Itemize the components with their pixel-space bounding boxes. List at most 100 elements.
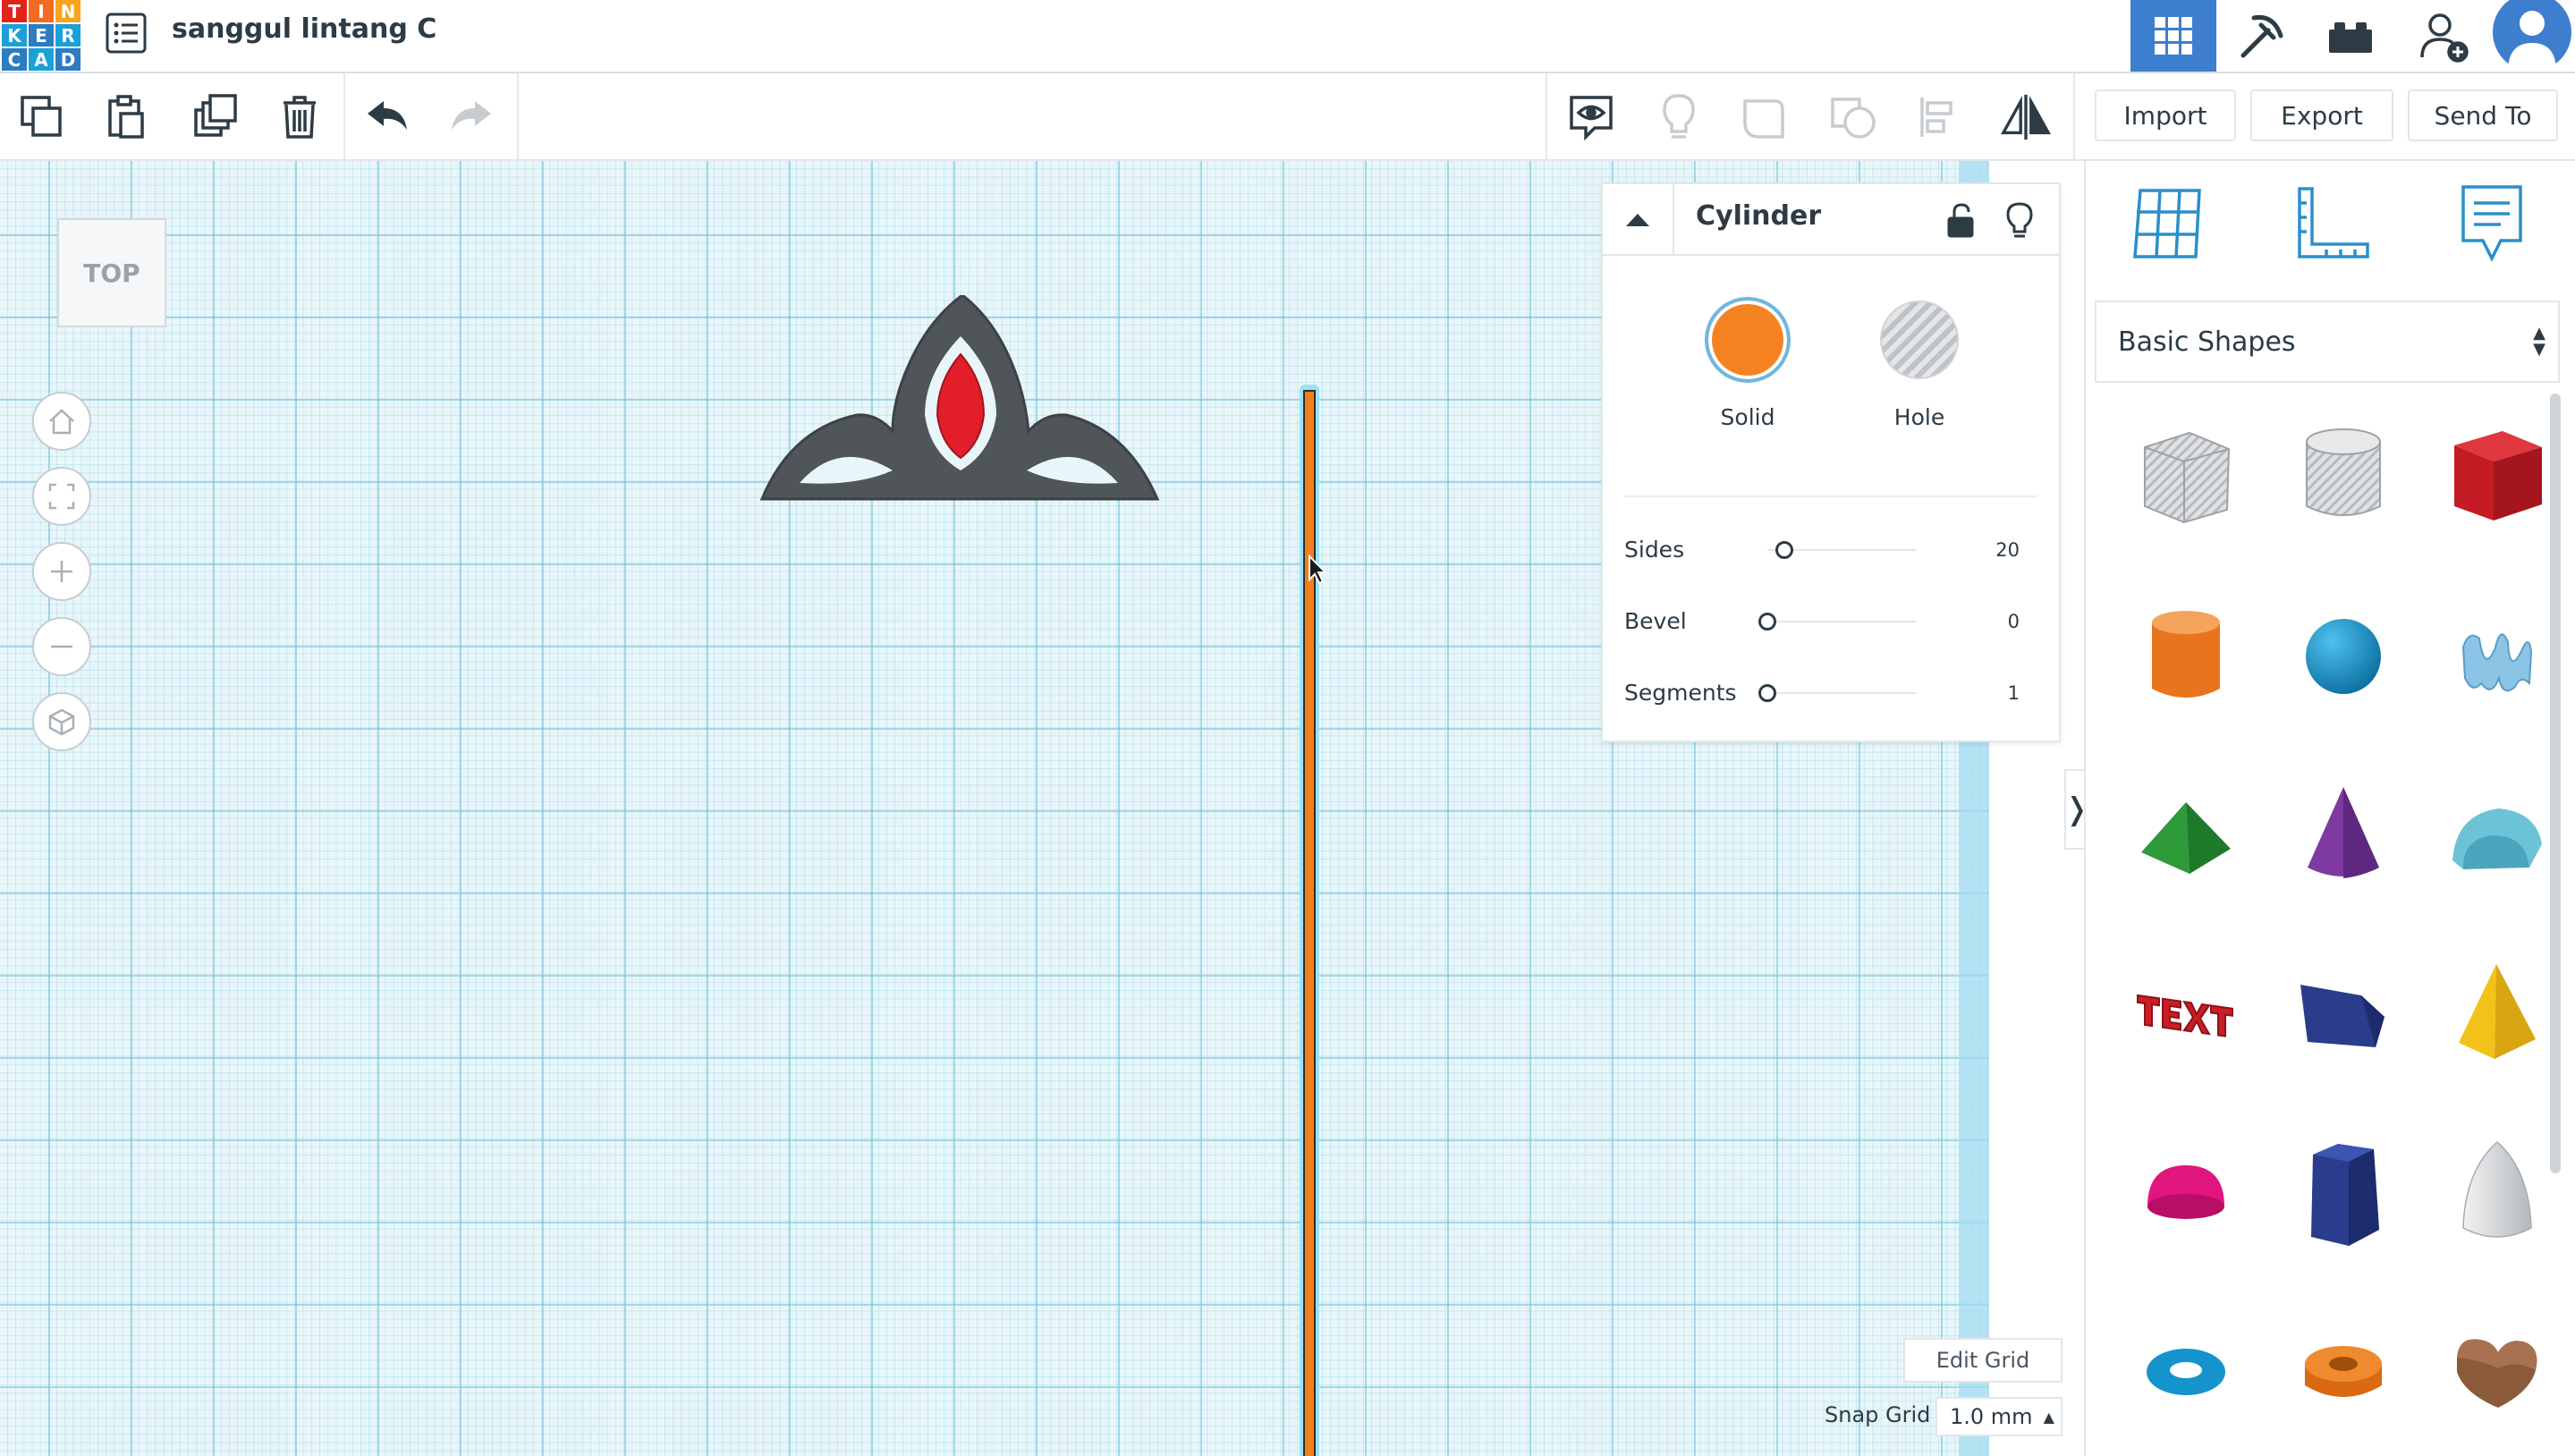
undo-button[interactable] (361, 91, 413, 143)
solid-label: Solid (1720, 404, 1775, 430)
perspective-button[interactable] (32, 692, 91, 751)
edit-grid-button[interactable]: Edit Grid (1903, 1338, 2063, 1383)
top-bar: T I N K E R C A D sanggul lintang C (0, 0, 2575, 73)
bevel-label: Bevel (1624, 608, 1687, 634)
shape-panel-scrollbar[interactable] (2550, 394, 2561, 1173)
sort-arrows-icon: ▲ ▼ (2533, 324, 2545, 359)
snap-grid-select[interactable]: 1.0 mm ▲ (1935, 1397, 2063, 1436)
shape-box-hole[interactable] (2123, 411, 2249, 537)
logo-letter: N (55, 0, 80, 22)
inspector-header: Cylinder (1603, 184, 2059, 256)
pickaxe-icon (2240, 14, 2283, 58)
home-icon (49, 409, 74, 435)
blocks-button[interactable] (2218, 0, 2304, 72)
workplane-view-button[interactable] (2123, 179, 2213, 268)
toggle-visibility-button[interactable] (1653, 91, 1705, 143)
show-notes-button[interactable] (1565, 91, 1617, 143)
bevel-track (1767, 621, 1916, 622)
shape-half-sphere[interactable] (2123, 1130, 2249, 1256)
zoom-in-button[interactable] (32, 542, 91, 601)
toolbar-separator (2073, 73, 2075, 159)
hide-button[interactable] (2000, 200, 2039, 240)
shape-roof[interactable] (2123, 773, 2249, 898)
cylinder-body (1303, 390, 1316, 1456)
home-view-button[interactable] (32, 392, 91, 451)
copy-button[interactable] (16, 91, 68, 143)
ruler-button[interactable] (2288, 179, 2377, 268)
shape-text[interactable] (2123, 952, 2249, 1077)
shape-torus[interactable] (2123, 1309, 2249, 1435)
shape-polygon[interactable] (2281, 1130, 2406, 1256)
grid-view-icon (2155, 17, 2192, 55)
bevel-slider[interactable] (1758, 613, 1776, 631)
sides-label: Sides (1624, 537, 1685, 563)
shape-box[interactable] (2435, 411, 2560, 537)
sides-slider[interactable] (1775, 541, 1793, 559)
tinkercad-logo[interactable]: T I N K E R C A D (2, 0, 80, 71)
design-list-button[interactable] (104, 11, 148, 55)
shape-category-value: Basic Shapes (2118, 326, 2296, 358)
align-button[interactable] (1914, 91, 1966, 143)
segments-track (1767, 692, 1916, 694)
invite-user-button[interactable] (2401, 0, 2486, 72)
logo-letter: E (29, 24, 54, 47)
mirror-button[interactable] (2000, 91, 2052, 143)
torus-icon (2147, 1349, 2225, 1395)
shape-category-select[interactable]: Basic Shapes ▲ ▼ (2095, 301, 2560, 383)
shape-cone[interactable] (2281, 773, 2406, 898)
paraboloid-icon (2462, 1140, 2532, 1238)
shape-sphere[interactable] (2281, 594, 2406, 719)
logo-letter: K (2, 24, 27, 47)
grid-view-button[interactable] (2130, 0, 2216, 72)
logo-letter: C (2, 48, 27, 71)
shape-paraboloid[interactable] (2435, 1130, 2560, 1256)
shape-cylinder-hole[interactable] (2281, 411, 2406, 537)
paste-button[interactable] (100, 91, 152, 143)
ungroup-button[interactable] (1828, 91, 1880, 143)
delete-button[interactable] (274, 91, 326, 143)
design-title[interactable]: sanggul lintang C (172, 11, 436, 48)
hole-swatch[interactable] (1880, 301, 1959, 379)
bevel-value[interactable]: 0 (2008, 611, 2020, 632)
group-button[interactable] (1739, 91, 1791, 143)
shape-panel: Basic Shapes ▲ ▼ (2084, 161, 2575, 1456)
view-cube[interactable]: TOP (57, 218, 166, 327)
selected-cylinder[interactable] (1300, 385, 1319, 1456)
cylinder-hole-icon (2306, 428, 2381, 516)
sides-value[interactable]: 20 (1995, 539, 2020, 561)
ungroup-icon (1831, 97, 1876, 139)
shape-pyramid[interactable] (2435, 952, 2560, 1077)
scribble-icon (2461, 633, 2533, 692)
hole-label: Hole (1893, 404, 1945, 430)
redo-button[interactable] (445, 91, 497, 143)
shape-tube[interactable] (2281, 1309, 2406, 1435)
light-bulb-icon (1663, 94, 1695, 139)
shape-wedge[interactable] (2281, 952, 2406, 1077)
send-to-button[interactable]: Send To (2408, 89, 2558, 141)
lock-button[interactable] (1941, 200, 1980, 240)
collapse-inspector-button[interactable] (1603, 184, 1674, 254)
avatar[interactable] (2488, 0, 2575, 72)
shape-cylinder[interactable] (2123, 594, 2249, 719)
bricks-button[interactable] (2308, 0, 2393, 72)
solid-swatch[interactable] (1705, 297, 1791, 383)
segments-label: Segments (1624, 680, 1737, 706)
pyramid-icon (2459, 964, 2536, 1059)
segments-slider[interactable] (1758, 684, 1776, 702)
notes-button[interactable] (2447, 179, 2537, 268)
zoom-out-button[interactable] (32, 617, 91, 676)
notes-icon (2461, 185, 2522, 262)
duplicate-button[interactable] (190, 91, 241, 143)
logo-letter: T (2, 0, 27, 22)
shape-scribble[interactable] (2435, 594, 2560, 719)
shape-heart[interactable] (2435, 1309, 2560, 1435)
segments-value[interactable]: 1 (2008, 682, 2020, 704)
polygon-icon (2311, 1144, 2379, 1246)
inspector-title: Cylinder (1696, 200, 1822, 232)
fit-view-button[interactable] (32, 467, 91, 526)
shape-round-roof[interactable] (2435, 773, 2560, 898)
roof-icon (2141, 802, 2231, 874)
export-button[interactable]: Export (2250, 89, 2393, 141)
import-button[interactable]: Import (2095, 89, 2236, 141)
tiara-shape[interactable] (758, 295, 1161, 662)
